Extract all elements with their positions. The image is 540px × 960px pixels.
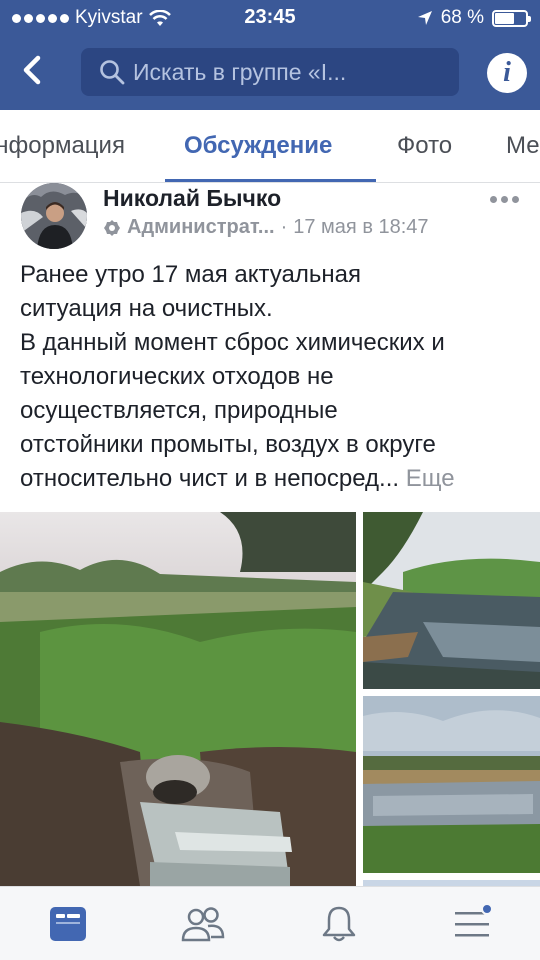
bottom-tab-bar (0, 886, 540, 960)
post-text-line: отстойники промыты, воздух в округе (20, 431, 436, 458)
post-options-button[interactable] (490, 189, 522, 209)
battery-icon (492, 9, 531, 27)
post-text-line: Ранее утро 17 мая актуальная (20, 261, 361, 288)
news-feed-icon (50, 907, 86, 941)
status-right: 68 % (417, 7, 531, 29)
location-arrow-icon (417, 11, 432, 25)
nav-notifications[interactable] (314, 901, 364, 947)
more-dots-icon (490, 195, 497, 203)
post-photo-3[interactable] (363, 696, 540, 873)
group-search-input[interactable]: Искать в группе «I... (81, 48, 459, 96)
post-meta: Администрат... · 17 мая в 18:47 (103, 216, 429, 239)
status-bar: Kyivstar 23:45 68 % (0, 0, 540, 36)
tab-photos[interactable]: Фото (397, 132, 452, 160)
nav-news-feed[interactable] (43, 901, 93, 947)
tab-information[interactable]: Информация (0, 132, 125, 160)
post-author-name[interactable]: Николай Бычко (103, 185, 281, 212)
notifications-bell-icon (322, 906, 356, 942)
post-text-last-line: относительно чист и в непосред... Еще (20, 462, 525, 496)
app-header: Kyivstar 23:45 68 % Искать в группе «I..… (0, 0, 540, 110)
meta-separator: · (280, 216, 288, 238)
post-photo-2[interactable] (363, 512, 540, 689)
author-avatar[interactable] (21, 183, 87, 249)
post-photo-main[interactable] (0, 512, 356, 886)
photo-pond (363, 696, 540, 873)
active-tab-indicator (165, 179, 376, 182)
back-button[interactable] (14, 48, 54, 92)
tab-more[interactable]: Ме (506, 132, 540, 160)
photo-river-bank (363, 512, 540, 689)
post-timestamp[interactable]: 17 мая в 18:47 (293, 216, 428, 239)
post-text-line: В данный момент сброс химических и (20, 329, 445, 356)
menu-notification-dot (481, 903, 493, 915)
post-text-line: осуществляется, природные (20, 397, 338, 424)
avatar-photo (21, 183, 87, 249)
post-body: Ранее утро 17 мая актуальная ситуация на… (20, 258, 525, 496)
admin-badge-icon (104, 219, 120, 236)
photo-drainage-pipe (0, 512, 356, 886)
friends-icon (181, 907, 225, 942)
tab-discussion[interactable]: Обсуждение (184, 132, 332, 160)
chevron-left-icon (23, 55, 41, 85)
info-icon: i (503, 57, 511, 88)
group-tabs: Информация Обсуждение Фото Ме (0, 110, 540, 183)
search-placeholder: Искать в группе «I... (133, 58, 347, 85)
post-text-line: относительно чист и в непосред... (20, 465, 400, 492)
nav-friends[interactable] (178, 901, 228, 947)
author-role[interactable]: Администрат... (127, 216, 275, 239)
battery-percent: 68 % (440, 7, 484, 28)
see-more-link[interactable]: Еще (406, 465, 455, 492)
search-icon (100, 60, 125, 85)
post-text-line: ситуация на очистных. (20, 295, 273, 322)
nav-menu[interactable] (447, 901, 497, 947)
info-button[interactable]: i (487, 53, 527, 93)
post-text-line: технологических отходов не (20, 363, 334, 390)
